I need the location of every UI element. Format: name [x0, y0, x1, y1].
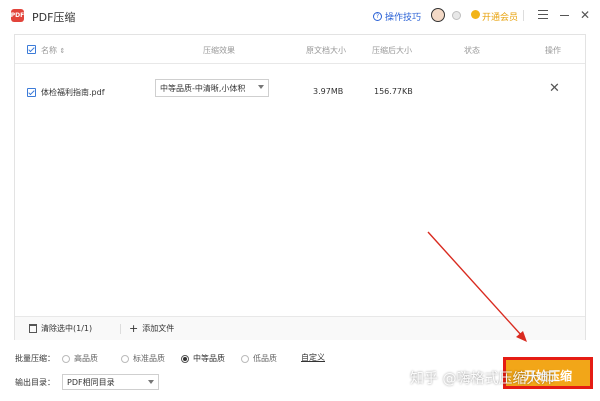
annotation-arrow-icon — [427, 231, 527, 342]
